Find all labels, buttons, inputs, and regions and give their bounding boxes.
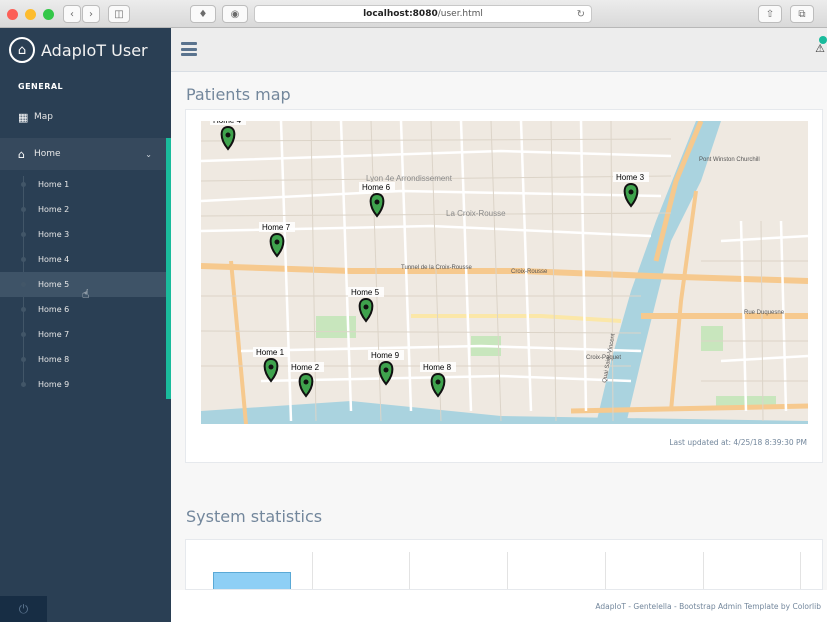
power-icon: ⏻ xyxy=(18,601,29,616)
stats-bar[interactable] xyxy=(213,572,291,589)
pointer-cursor-icon: ☝ xyxy=(82,287,90,301)
sidebar-subitem-home-2[interactable]: Home 2 xyxy=(0,197,166,222)
subitem-label: Home 1 xyxy=(38,180,70,189)
chevron-down-icon: ⌄ xyxy=(145,149,152,159)
street-label: Rue Duquesne xyxy=(744,310,785,316)
marker-label: Home 4 xyxy=(213,121,242,125)
alert-icon[interactable]: ⚠ xyxy=(815,42,825,55)
back-icon[interactable]: ‹ xyxy=(63,5,81,23)
subitem-label: Home 2 xyxy=(38,205,70,214)
map-pin-dot xyxy=(363,304,369,310)
sidebar-item-home[interactable]: ⌂ Home ⌄ xyxy=(0,138,171,170)
marker-label: Home 9 xyxy=(371,351,400,360)
extension-icon[interactable]: ♦ xyxy=(190,5,216,23)
map-pin-dot xyxy=(303,379,309,385)
map-pin-dot xyxy=(628,189,634,195)
last-updated: Last updated at: 4/25/18 8:39:30 PM xyxy=(669,438,807,447)
grid-line xyxy=(605,552,606,589)
address-bar[interactable]: localhost:8080/user.html ↻ xyxy=(254,5,592,23)
grid-line xyxy=(312,552,313,589)
home-logo-icon: ⌂ xyxy=(9,37,35,63)
sidebar-subitem-home-7[interactable]: Home 7 xyxy=(0,322,166,347)
top-nav: ⚠ xyxy=(171,28,827,72)
sidebar-subitem-home-8[interactable]: Home 8 xyxy=(0,347,166,372)
page-title: Patients map xyxy=(186,85,291,104)
district-label: La Croix-Rousse xyxy=(446,209,506,218)
map-pin-dot xyxy=(374,199,380,205)
minimize-window-button[interactable] xyxy=(25,9,36,20)
street-label: Croix-Paquet xyxy=(586,355,621,361)
map-icon: ▦ xyxy=(18,110,29,124)
grid-line xyxy=(409,552,410,589)
sidebar-subitem-home-3[interactable]: Home 3 xyxy=(0,222,166,247)
street-label: Croix-Rousse xyxy=(511,269,548,275)
subitem-label: Home 5 xyxy=(38,280,70,289)
map-pin-dot xyxy=(435,379,441,385)
page-footer: AdapIoT - Gentelella - Bootstrap Admin T… xyxy=(171,590,827,622)
subitem-label: Home 6 xyxy=(38,305,70,314)
street-label: Tunnel de la Croix-Rousse xyxy=(401,265,472,271)
sidebar: ⌂ AdapIoT User GENERAL ▦ Map ⌂ Home ⌄ Ho… xyxy=(0,28,171,622)
marker-label: Home 6 xyxy=(362,183,391,192)
share-icon[interactable]: ⇧ xyxy=(758,5,782,23)
subitem-label: Home 4 xyxy=(38,255,70,264)
forward-icon[interactable]: › xyxy=(82,5,100,23)
map-pin-dot xyxy=(383,367,389,373)
patients-map[interactable]: Lyon 4e Arrondissement La Croix-Rousse C… xyxy=(201,121,808,424)
reload-icon[interactable]: ↻ xyxy=(577,9,585,20)
sidebar-subitem-home-4[interactable]: Home 4 xyxy=(0,247,166,272)
footer-text: AdapIoT - Gentelella - Bootstrap Admin T… xyxy=(595,602,821,611)
logout-button[interactable]: ⏻ xyxy=(0,596,47,622)
close-window-button[interactable] xyxy=(7,9,18,20)
marker-label: Home 8 xyxy=(423,363,452,372)
map-pin-dot xyxy=(225,132,231,138)
subitem-label: Home 8 xyxy=(38,355,70,364)
subitem-label: Home 3 xyxy=(38,230,70,239)
map-pin-dot xyxy=(274,239,280,245)
map-canvas: Lyon 4e Arrondissement La Croix-Rousse C… xyxy=(201,121,808,424)
street-label: Pont Winston Churchill xyxy=(699,157,760,163)
marker-label: Home 7 xyxy=(262,223,291,232)
grid-line xyxy=(703,552,704,589)
grid-line xyxy=(507,552,508,589)
section-label: GENERAL xyxy=(18,82,64,91)
browser-toolbar: ‹ › ◫ ♦ ◉ localhost:8080/user.html ↻ ⇧ ⧉ xyxy=(0,0,827,28)
sidebar-item-label: Map xyxy=(34,112,53,122)
home-icon: ⌂ xyxy=(18,147,25,161)
sidebar-subitem-home-9[interactable]: Home 9 xyxy=(0,372,166,397)
marker-label: Home 2 xyxy=(291,363,320,372)
marker-label: Home 5 xyxy=(351,288,380,297)
sidebar-item-label: Home xyxy=(34,149,61,159)
stats-panel xyxy=(185,539,823,590)
home-submenu: Home 1 Home 2 Home 3 Home 4 Home 5 Home … xyxy=(0,170,171,399)
subitem-label: Home 9 xyxy=(38,380,70,389)
marker-label: Home 3 xyxy=(616,173,645,182)
sidebar-item-map[interactable]: ▦ Map xyxy=(0,102,171,132)
brand[interactable]: ⌂ AdapIoT User xyxy=(0,28,171,72)
district-label: Lyon 4e Arrondissement xyxy=(366,174,453,183)
url-host: localhost:8080 xyxy=(363,9,438,19)
brand-title: AdapIoT User xyxy=(41,40,148,60)
stats-title: System statistics xyxy=(186,507,323,526)
map-pin-dot xyxy=(268,364,274,370)
shield-icon[interactable]: ◉ xyxy=(222,5,248,23)
marker-label: Home 1 xyxy=(256,348,285,357)
subitem-label: Home 7 xyxy=(38,330,70,339)
menu-toggle-icon[interactable] xyxy=(181,42,197,56)
sidebar-toggle-icon[interactable]: ◫ xyxy=(108,5,130,23)
grid-line xyxy=(800,552,801,589)
tabs-icon[interactable]: ⧉ xyxy=(790,5,814,23)
url-path: /user.html xyxy=(437,9,483,19)
maximize-window-button[interactable] xyxy=(43,9,54,20)
sidebar-subitem-home-1[interactable]: Home 1 xyxy=(0,172,166,197)
